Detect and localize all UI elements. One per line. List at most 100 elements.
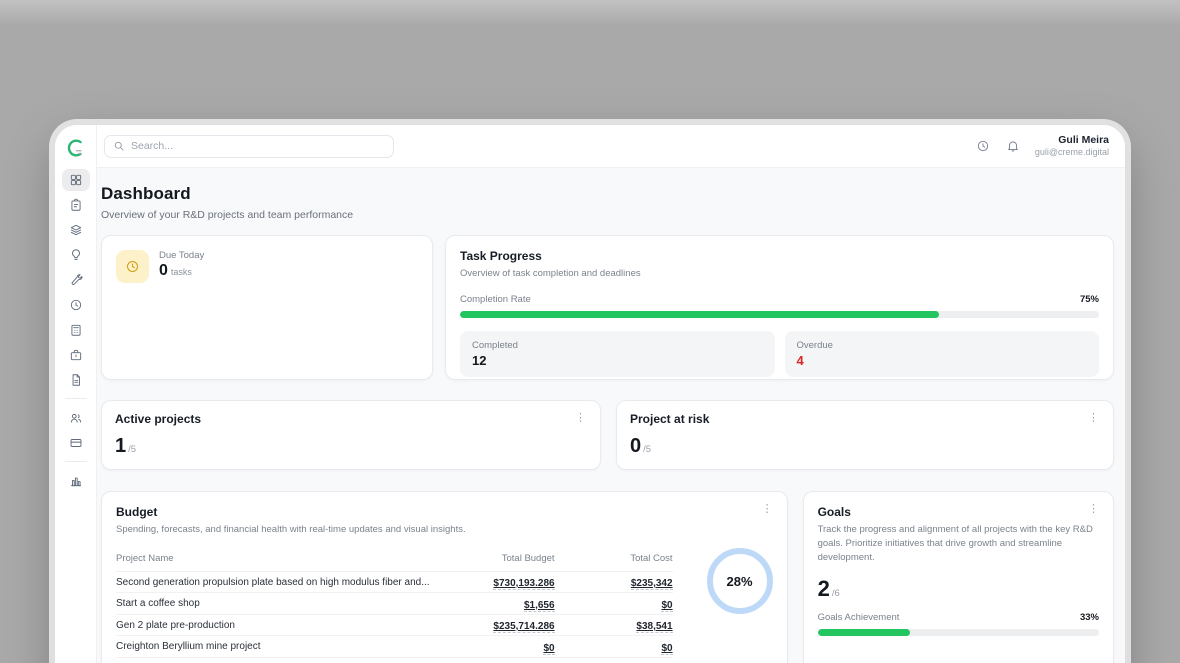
task-progress-subtitle: Overview of task completion and deadline… <box>460 267 1099 281</box>
completion-rate-value: 75% <box>1080 294 1099 305</box>
budget-table: Project Name Total Budget Total Cost Sec… <box>116 549 673 663</box>
goals-title: Goals <box>818 505 1099 519</box>
budget-table-row[interactable]: Second generation propulsion plate based… <box>116 572 673 594</box>
column-total-cost: Total Cost <box>555 553 673 564</box>
budget-percent-ring: 28% <box>707 548 773 614</box>
wrench-icon <box>69 273 83 287</box>
budget-subtitle: Spending, forecasts, and financial healt… <box>116 523 773 537</box>
budget-value-link[interactable]: $1,656 <box>524 600 555 612</box>
goals-menu-icon[interactable]: ⋮ <box>1084 502 1103 517</box>
bar-chart-icon <box>69 474 83 488</box>
app-logo-icon[interactable] <box>63 135 89 161</box>
goals-achievement-progressbar <box>818 629 1099 636</box>
budget-table-row[interactable]: Creighton Beryllium mine project $0 $0 <box>116 636 673 658</box>
sidebar-item-projects[interactable] <box>62 344 90 366</box>
lightbulb-icon <box>69 248 83 262</box>
project-at-risk-menu-icon[interactable]: ⋮ <box>1084 411 1103 426</box>
layers-icon <box>69 223 83 237</box>
sidebar-item-dashboard[interactable] <box>62 169 90 191</box>
active-projects-menu-icon[interactable]: ⋮ <box>571 411 590 426</box>
due-today-clock-icon <box>116 250 149 283</box>
budget-table-row[interactable]: Start a coffee shop $1,656 $0 <box>116 593 673 615</box>
due-today-value: 0tasks <box>159 262 204 280</box>
file-icon <box>69 373 83 387</box>
due-today-label: Due Today <box>159 250 204 261</box>
due-today-unit: tasks <box>171 267 192 277</box>
page-subtitle: Overview of your R&D projects and team p… <box>101 209 1114 221</box>
project-at-risk-title: Project at risk <box>630 412 1100 426</box>
sidebar-divider <box>65 461 87 462</box>
completion-rate-progress-fill <box>460 311 939 318</box>
active-projects-card: Active projects ⋮ 1/5 <box>101 400 601 470</box>
project-at-risk-card: Project at risk ⋮ 0/5 <box>616 400 1114 470</box>
topbar: Guli Meira guli@creme.digital <box>97 125 1125 168</box>
cost-value-link[interactable]: $0 <box>661 643 672 655</box>
user-name: Guli Meira <box>1035 134 1109 147</box>
search-input[interactable] <box>131 140 385 152</box>
app-window: ✱ V1.0 Guli Meira guli@creme.digital <box>55 125 1125 663</box>
goals-achievement-label: Goals Achievement <box>818 612 900 623</box>
sidebar-divider <box>65 398 87 399</box>
goals-value: 2/6 <box>818 576 1099 602</box>
user-menu[interactable]: Guli Meira guli@creme.digital <box>1035 134 1109 158</box>
calculator-icon <box>69 323 83 337</box>
users-icon <box>69 411 83 425</box>
completed-label: Completed <box>472 340 763 351</box>
task-progress-title: Task Progress <box>460 249 1099 263</box>
budget-value-link[interactable]: $235,714.286 <box>493 621 554 633</box>
project-at-risk-value: 0/5 <box>630 435 1100 458</box>
credit-card-icon <box>69 436 83 450</box>
sidebar-item-tools[interactable] <box>62 269 90 291</box>
active-projects-title: Active projects <box>115 412 587 426</box>
overdue-stat-box: Overdue 4 <box>785 331 1100 377</box>
budget-table-row[interactable]: Gen 2 plate pre-production $235,714.286 … <box>116 615 673 637</box>
sidebar-item-time[interactable] <box>62 294 90 316</box>
cost-value-link[interactable]: $235,342 <box>631 578 673 590</box>
budget-value-link[interactable]: $0 <box>543 643 554 655</box>
search-box[interactable] <box>104 135 394 158</box>
column-project-name: Project Name <box>116 553 430 564</box>
search-icon <box>113 140 125 152</box>
completion-rate-label: Completion Rate <box>460 294 531 305</box>
notifications-bell-icon[interactable] <box>1005 138 1021 154</box>
page-title: Dashboard <box>101 184 1114 204</box>
goals-card: Goals ⋮ Track the progress and alignment… <box>803 491 1114 663</box>
sidebar-item-team[interactable] <box>62 407 90 429</box>
dashboard-grid-icon <box>69 173 83 187</box>
budget-table-header: Project Name Total Budget Total Cost <box>116 549 673 572</box>
goals-subtitle: Track the progress and alignment of all … <box>818 523 1093 564</box>
completed-stat-box: Completed 12 <box>460 331 775 377</box>
sidebar-item-tasks[interactable] <box>62 194 90 216</box>
task-progress-card: Task Progress Overview of task completio… <box>445 235 1114 380</box>
budget-menu-icon[interactable]: ⋮ <box>758 502 777 517</box>
completion-rate-progressbar <box>460 311 1099 318</box>
history-clock-icon[interactable] <box>975 138 991 154</box>
clock-icon <box>69 298 83 312</box>
sidebar: ✱ V1.0 <box>55 125 97 663</box>
cost-value-link[interactable]: $0 <box>661 600 672 612</box>
sidebar-item-billing[interactable] <box>62 432 90 454</box>
sidebar-item-analytics[interactable] <box>62 470 90 492</box>
main-area: Guli Meira guli@creme.digital Dashboard … <box>97 125 1125 663</box>
user-email: guli@creme.digital <box>1035 147 1109 158</box>
budget-title: Budget <box>116 505 773 519</box>
goals-achievement-value: 33% <box>1080 612 1099 623</box>
sidebar-item-layers[interactable] <box>62 219 90 241</box>
briefcase-icon <box>69 348 83 362</box>
completed-value: 12 <box>472 353 763 368</box>
budget-value-link[interactable]: $730,193.286 <box>493 578 554 590</box>
column-total-budget: Total Budget <box>430 553 555 564</box>
sidebar-item-calculator[interactable] <box>62 319 90 341</box>
sidebar-item-documents[interactable] <box>62 369 90 391</box>
due-today-card: Due Today 0tasks <box>101 235 433 380</box>
cost-value-link[interactable]: $38,541 <box>636 621 672 633</box>
overdue-value: 4 <box>797 353 1088 368</box>
clipboard-icon <box>69 198 83 212</box>
overdue-label: Overdue <box>797 340 1088 351</box>
active-projects-value: 1/5 <box>115 435 587 458</box>
goals-achievement-progress-fill <box>818 629 911 636</box>
sidebar-item-ideas[interactable] <box>62 244 90 266</box>
dashboard-content: Dashboard Overview of your R&D projects … <box>97 168 1125 663</box>
budget-percent-value: 28% <box>727 574 753 589</box>
budget-card: Budget ⋮ Spending, forecasts, and financ… <box>101 491 788 663</box>
